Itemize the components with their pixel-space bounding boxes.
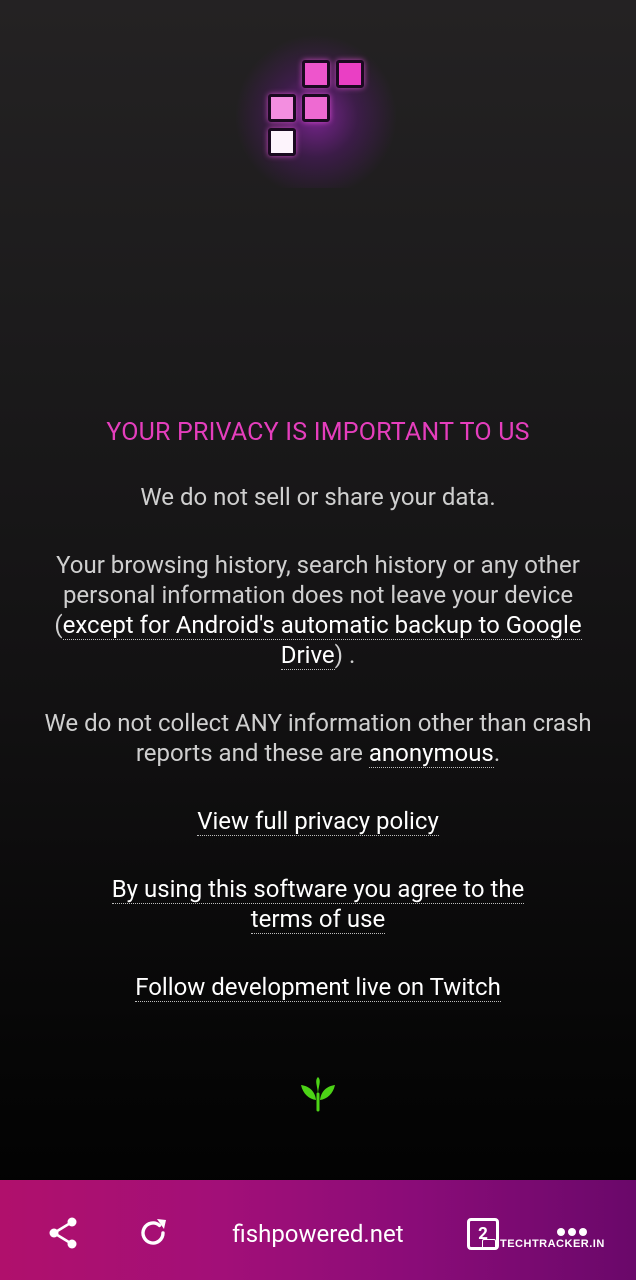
- collect-text-start: We do not collect ANY information other …: [44, 709, 592, 767]
- privacy-policy-link[interactable]: View full privacy policy: [197, 807, 439, 836]
- history-text-end: ) .: [334, 641, 356, 669]
- android-backup-link[interactable]: except for Android's automatic backup to…: [62, 611, 582, 670]
- no-sell-text: We do not sell or share your data.: [140, 483, 496, 511]
- privacy-heading: YOUR PRIVACY IS IMPORTANT TO US: [106, 418, 530, 447]
- terms-of-use-link[interactable]: terms of use: [250, 905, 386, 934]
- logo-block: [336, 60, 364, 88]
- more-icon[interactable]: [556, 1226, 588, 1238]
- terms-row: By using this software you agree to the …: [40, 874, 596, 934]
- collect-text: We do not collect ANY information other …: [40, 708, 596, 768]
- watermark-text: TECHTRACKER.IN: [500, 1238, 605, 1250]
- logo-block: [268, 128, 296, 156]
- logo-block: [302, 60, 330, 88]
- anonymous-link[interactable]: anonymous: [368, 739, 494, 768]
- reload-icon[interactable]: [136, 1216, 170, 1250]
- share-icon[interactable]: [46, 1216, 80, 1250]
- logo-block: [302, 94, 330, 122]
- watermark: TECHTRACKER.IN: [482, 1238, 605, 1250]
- terms-link-line1[interactable]: By using this software you agree to the: [111, 875, 525, 904]
- history-text: Your browsing history, search history or…: [40, 550, 596, 670]
- twitch-row: Follow development live on Twitch: [40, 972, 596, 1002]
- logo-block: [268, 94, 296, 122]
- twitch-link[interactable]: Follow development live on Twitch: [135, 973, 501, 1002]
- bottom-toolbar: fishpowered.net 2 TECHTRACKER.IN: [0, 1180, 636, 1280]
- url-display[interactable]: fishpowered.net: [212, 1218, 424, 1250]
- watermark-logo: [482, 1239, 496, 1249]
- privacy-notice: YOUR PRIVACY IS IMPORTANT TO US We do no…: [40, 414, 596, 1040]
- sprout-icon: [301, 1077, 335, 1112]
- policy-row: View full privacy policy: [40, 806, 596, 836]
- app-logo: [236, 28, 396, 188]
- collect-text-end: .: [493, 739, 501, 767]
